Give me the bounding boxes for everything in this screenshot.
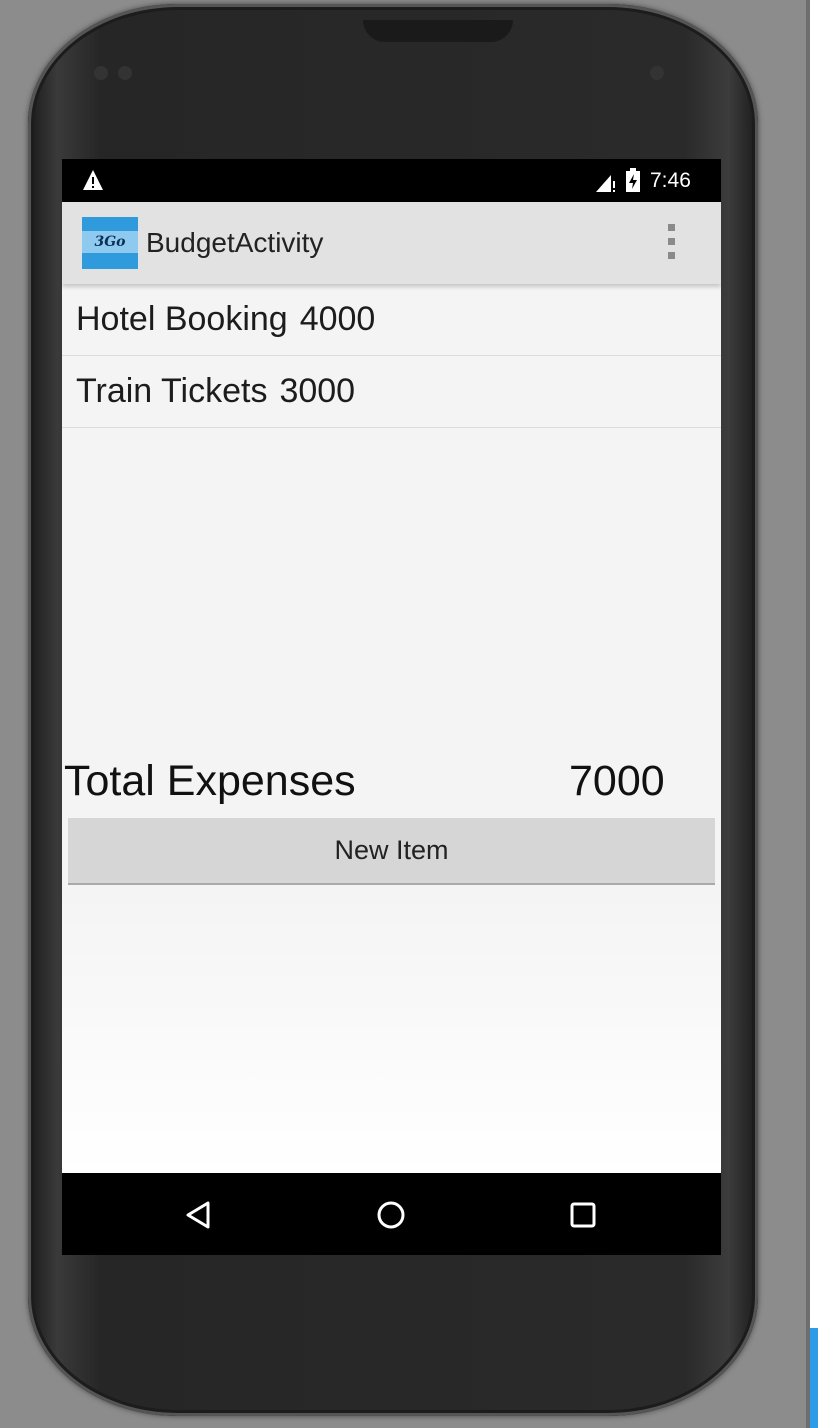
expense-name: Hotel Booking [76, 300, 288, 338]
front-sensor [94, 66, 108, 80]
app-logo-icon: 3Go [82, 217, 138, 269]
status-bar: 7:46 [62, 159, 721, 202]
expense-item-train-tickets[interactable]: Train Tickets 3000 [62, 356, 721, 428]
action-bar: 3Go BudgetActivity [62, 202, 721, 284]
back-icon[interactable] [178, 1195, 218, 1235]
empty-content-area [62, 887, 721, 1173]
expense-item-hotel-booking[interactable]: Hotel Booking 4000 [62, 284, 721, 356]
battery-icon [626, 168, 640, 192]
warning-icon [83, 170, 103, 190]
navigation-bar [62, 1173, 721, 1255]
expense-list: Hotel Booking 4000 Train Tickets 3000 [62, 284, 721, 428]
window-edge [806, 0, 818, 1428]
home-icon[interactable] [371, 1195, 411, 1235]
recents-icon[interactable] [563, 1195, 603, 1235]
app-logo-text: 3Go [82, 231, 138, 253]
front-sensor [118, 66, 132, 80]
window-edge-line [806, 0, 810, 1428]
expense-amount: 4000 [299, 300, 376, 338]
speaker-grille [363, 20, 513, 42]
total-expenses-label: Total Expenses [64, 757, 356, 805]
total-expenses-value: 7000 [569, 757, 665, 805]
device-screen: 7:46 3Go BudgetActivity Hotel Booking 400… [62, 159, 721, 1255]
expense-amount: 3000 [279, 372, 356, 410]
front-camera [650, 66, 664, 80]
expense-name: Train Tickets [76, 372, 268, 410]
new-item-button[interactable]: New Item [68, 818, 715, 885]
signal-icon [596, 175, 615, 192]
status-time: 7:46 [650, 169, 691, 192]
page-title: BudgetActivity [146, 227, 324, 258]
window-accent [810, 1328, 818, 1428]
overflow-menu-icon[interactable] [658, 220, 686, 264]
